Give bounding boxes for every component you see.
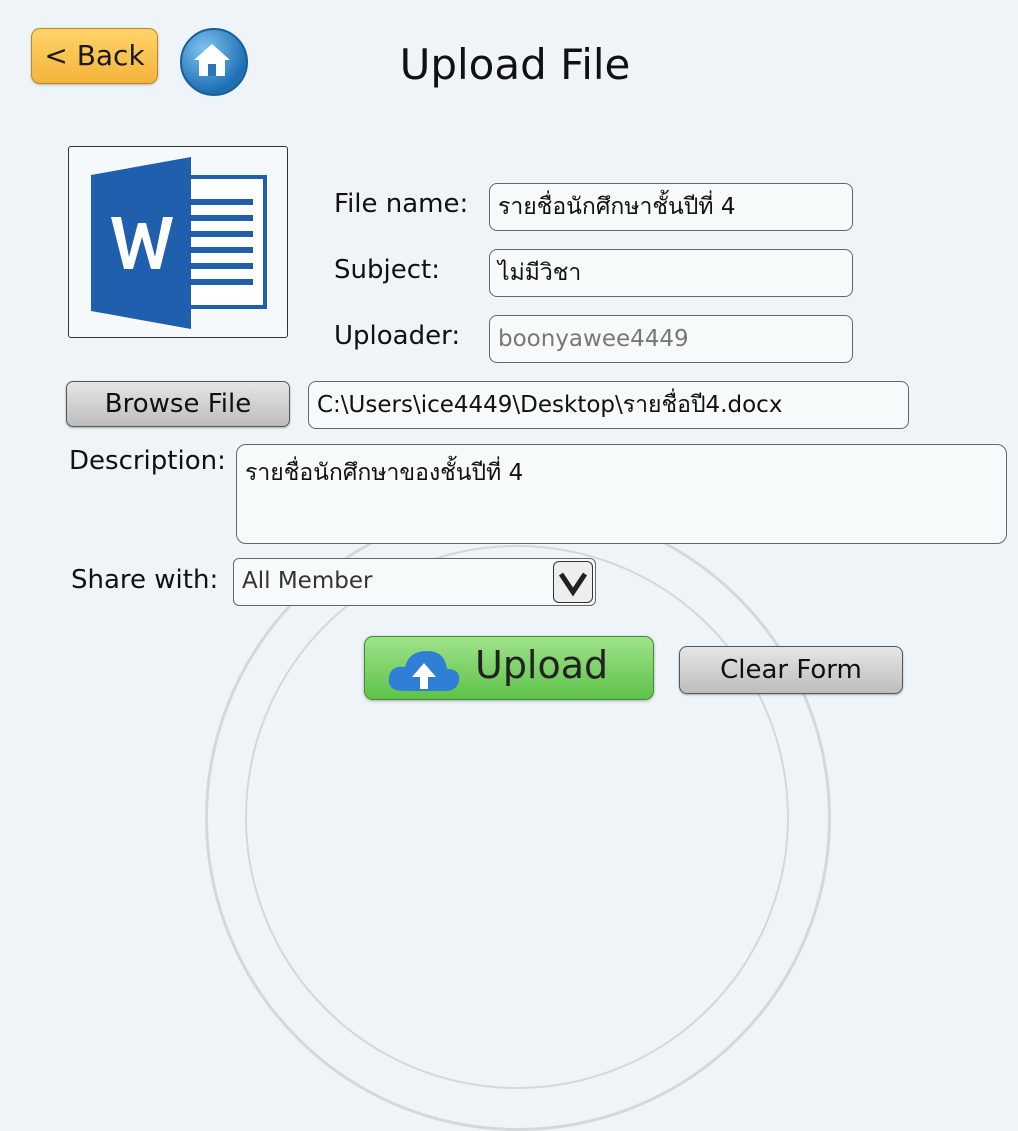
upload-label: Upload (475, 643, 609, 687)
file-name-label: File name: (334, 189, 469, 219)
browse-file-button[interactable]: Browse File (66, 381, 290, 427)
description-textarea[interactable]: รายชื่อนักศึกษาของชั้นปีที่ 4 (236, 444, 1007, 544)
subject-label: Subject: (334, 255, 440, 285)
home-icon (194, 44, 230, 76)
home-button[interactable] (180, 28, 248, 96)
chevron-down-icon (558, 572, 588, 597)
page-title: Upload File (399, 40, 631, 89)
uploader-label: Uploader: (334, 321, 461, 351)
dropdown-button[interactable] (553, 561, 593, 603)
file-name-field[interactable]: รายชื่อนักศึกษาชั้นปีที่ 4 (489, 183, 853, 231)
watermark-seal-inner (245, 545, 789, 1089)
subject-field[interactable]: ไม่มีวิชา (489, 249, 853, 297)
share-with-label: Share with: (71, 565, 219, 595)
word-document-icon (91, 157, 267, 329)
uploader-field: boonyawee4449 (489, 315, 853, 363)
cloud-upload-icon (388, 651, 460, 691)
share-with-value: All Member (242, 568, 373, 594)
description-label: Description: (69, 446, 226, 476)
upload-button[interactable]: Upload (364, 636, 654, 700)
file-path-field[interactable]: C:\Users\ice4449\Desktop\รายชื่อปี4.docx (308, 381, 909, 429)
file-preview (68, 146, 288, 338)
share-with-select[interactable]: All Member (233, 558, 596, 606)
clear-form-button[interactable]: Clear Form (679, 646, 903, 694)
back-button[interactable]: < Back (31, 28, 158, 84)
